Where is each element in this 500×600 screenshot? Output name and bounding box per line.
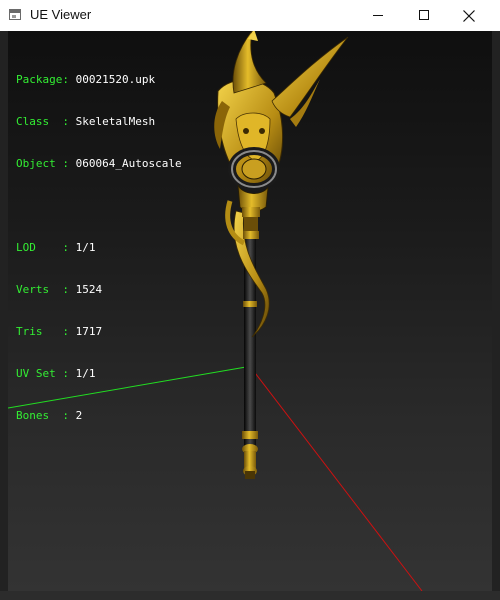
info-value: 060064_Autoscale bbox=[75, 157, 182, 170]
stat-key: Tris : bbox=[16, 325, 69, 338]
info-key: Class : bbox=[16, 115, 69, 128]
bottom-border bbox=[0, 591, 500, 600]
close-button[interactable] bbox=[447, 0, 500, 31]
title-bar[interactable]: UE Viewer bbox=[0, 0, 500, 32]
axis-x-line bbox=[248, 364, 423, 591]
stat-key: UV Set : bbox=[16, 367, 69, 380]
stat-row-bones: Bones : 2 bbox=[16, 409, 182, 423]
stat-row-verts: Verts : 1524 bbox=[16, 283, 182, 297]
stat-value: 1524 bbox=[75, 283, 103, 296]
close-icon bbox=[463, 10, 475, 22]
info-key: Package: bbox=[16, 73, 69, 86]
right-border bbox=[492, 31, 500, 600]
window-title: UE Viewer bbox=[30, 7, 92, 22]
stat-row-uvset: UV Set : 1/1 bbox=[16, 367, 182, 381]
stat-key: Verts : bbox=[16, 283, 69, 296]
info-value: SkeletalMesh bbox=[75, 115, 156, 128]
stat-value: 2 bbox=[75, 409, 83, 422]
ue-viewer-window: UE Viewer Package: 00021520.upk Class: … bbox=[0, 0, 500, 600]
info-row-object: Object : 060064_Autoscale bbox=[16, 157, 182, 171]
mesh-info-overlay: Package: 00021520.upk Class : SkeletalMe… bbox=[16, 45, 182, 451]
maximize-button[interactable] bbox=[401, 0, 447, 31]
stat-key: LOD : bbox=[16, 241, 69, 254]
left-border bbox=[0, 31, 8, 600]
stat-value: 1/1 bbox=[75, 241, 96, 254]
info-row-class: Class : SkeletalMesh bbox=[16, 115, 182, 129]
stat-key: Bones : bbox=[16, 409, 69, 422]
stat-row-tris: Tris : 1717 bbox=[16, 325, 182, 339]
info-row-package: Package: 00021520.upk bbox=[16, 73, 182, 87]
minimize-button[interactable] bbox=[355, 0, 401, 31]
3d-viewport[interactable]: Package: 00021520.upk Class : SkeletalMe… bbox=[8, 31, 492, 591]
stat-value: 1/1 bbox=[75, 367, 96, 380]
info-key: Object : bbox=[16, 157, 69, 170]
window-icon bbox=[9, 9, 21, 20]
stat-row-lod: LOD : 1/1 bbox=[16, 241, 182, 255]
skeletal-mesh bbox=[214, 31, 349, 479]
info-value: 00021520.upk bbox=[75, 73, 156, 86]
stat-value: 1717 bbox=[75, 325, 103, 338]
